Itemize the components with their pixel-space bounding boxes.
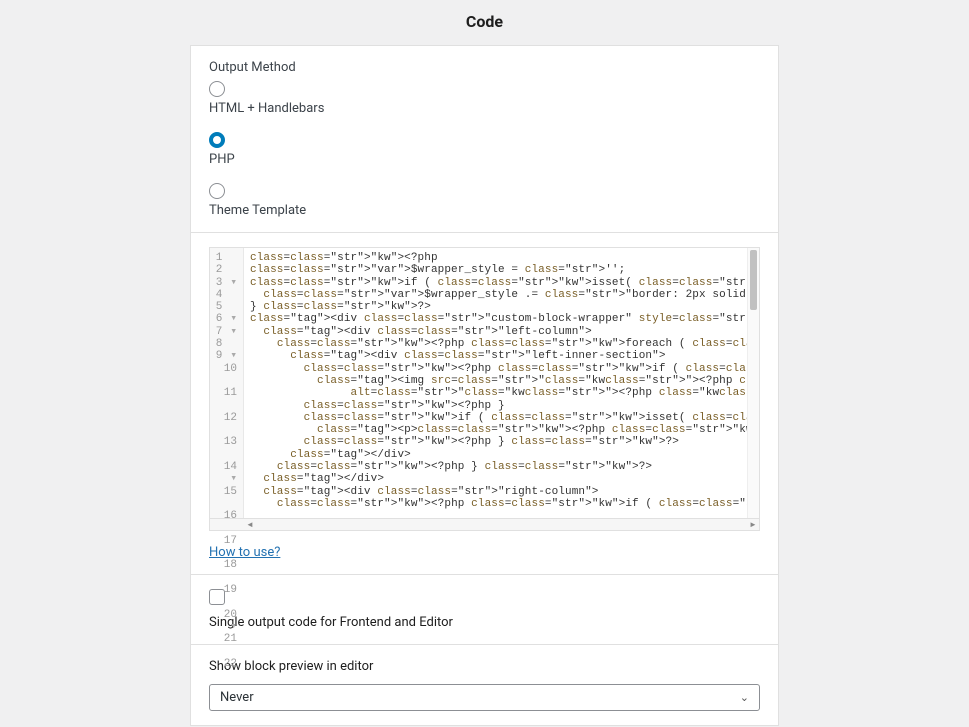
radio-label: Theme Template	[209, 203, 760, 218]
scroll-track[interactable]	[290, 519, 747, 530]
editor-gutter: 1 2 3 ▾ 4 5 6 ▾ 7 ▾ 8 9 ▾ 10 11 12 13 14…	[210, 248, 244, 518]
section-single-output: Single output code for Frontend and Edit…	[191, 575, 778, 645]
preview-select-value: Never	[220, 690, 254, 705]
radio-label: PHP	[209, 152, 760, 167]
single-output-label: Single output code for Frontend and Edit…	[209, 615, 760, 630]
section-preview: Show block preview in editor Never ⌄	[191, 645, 778, 725]
editor-vscrollbar[interactable]	[747, 248, 759, 518]
output-method-label: Output Method	[209, 60, 760, 75]
preview-select[interactable]: Never ⌄	[209, 684, 760, 711]
page-title: Code	[0, 0, 969, 39]
radio-icon[interactable]	[209, 132, 225, 148]
editor-code-area[interactable]: class=class="str">"kw"><?php class=class…	[244, 248, 747, 518]
section-output-method: Output Method HTML + Handlebars PHP Them…	[191, 46, 778, 233]
single-output-checkbox[interactable]	[209, 589, 225, 605]
radio-label: HTML + Handlebars	[209, 101, 760, 116]
scroll-thumb[interactable]	[750, 250, 757, 310]
code-panel: Output Method HTML + Handlebars PHP Them…	[190, 45, 779, 726]
section-editor: 1 2 3 ▾ 4 5 6 ▾ 7 ▾ 8 9 ▾ 10 11 12 13 14…	[191, 233, 778, 575]
radio-php[interactable]: PHP	[209, 132, 760, 177]
how-to-use-link[interactable]: How to use?	[209, 545, 280, 560]
editor-hscrollbar[interactable]: ◄ ►	[209, 519, 760, 531]
scroll-left-arrow[interactable]: ◄	[244, 520, 256, 529]
radio-html-handlebars[interactable]: HTML + Handlebars	[209, 81, 760, 126]
radio-icon[interactable]	[209, 183, 225, 199]
chevron-down-icon: ⌄	[740, 691, 749, 704]
scroll-right-arrow[interactable]: ►	[747, 520, 759, 529]
radio-theme-template[interactable]: Theme Template	[209, 183, 760, 218]
radio-icon[interactable]	[209, 81, 225, 97]
code-editor[interactable]: 1 2 3 ▾ 4 5 6 ▾ 7 ▾ 8 9 ▾ 10 11 12 13 14…	[209, 247, 760, 519]
